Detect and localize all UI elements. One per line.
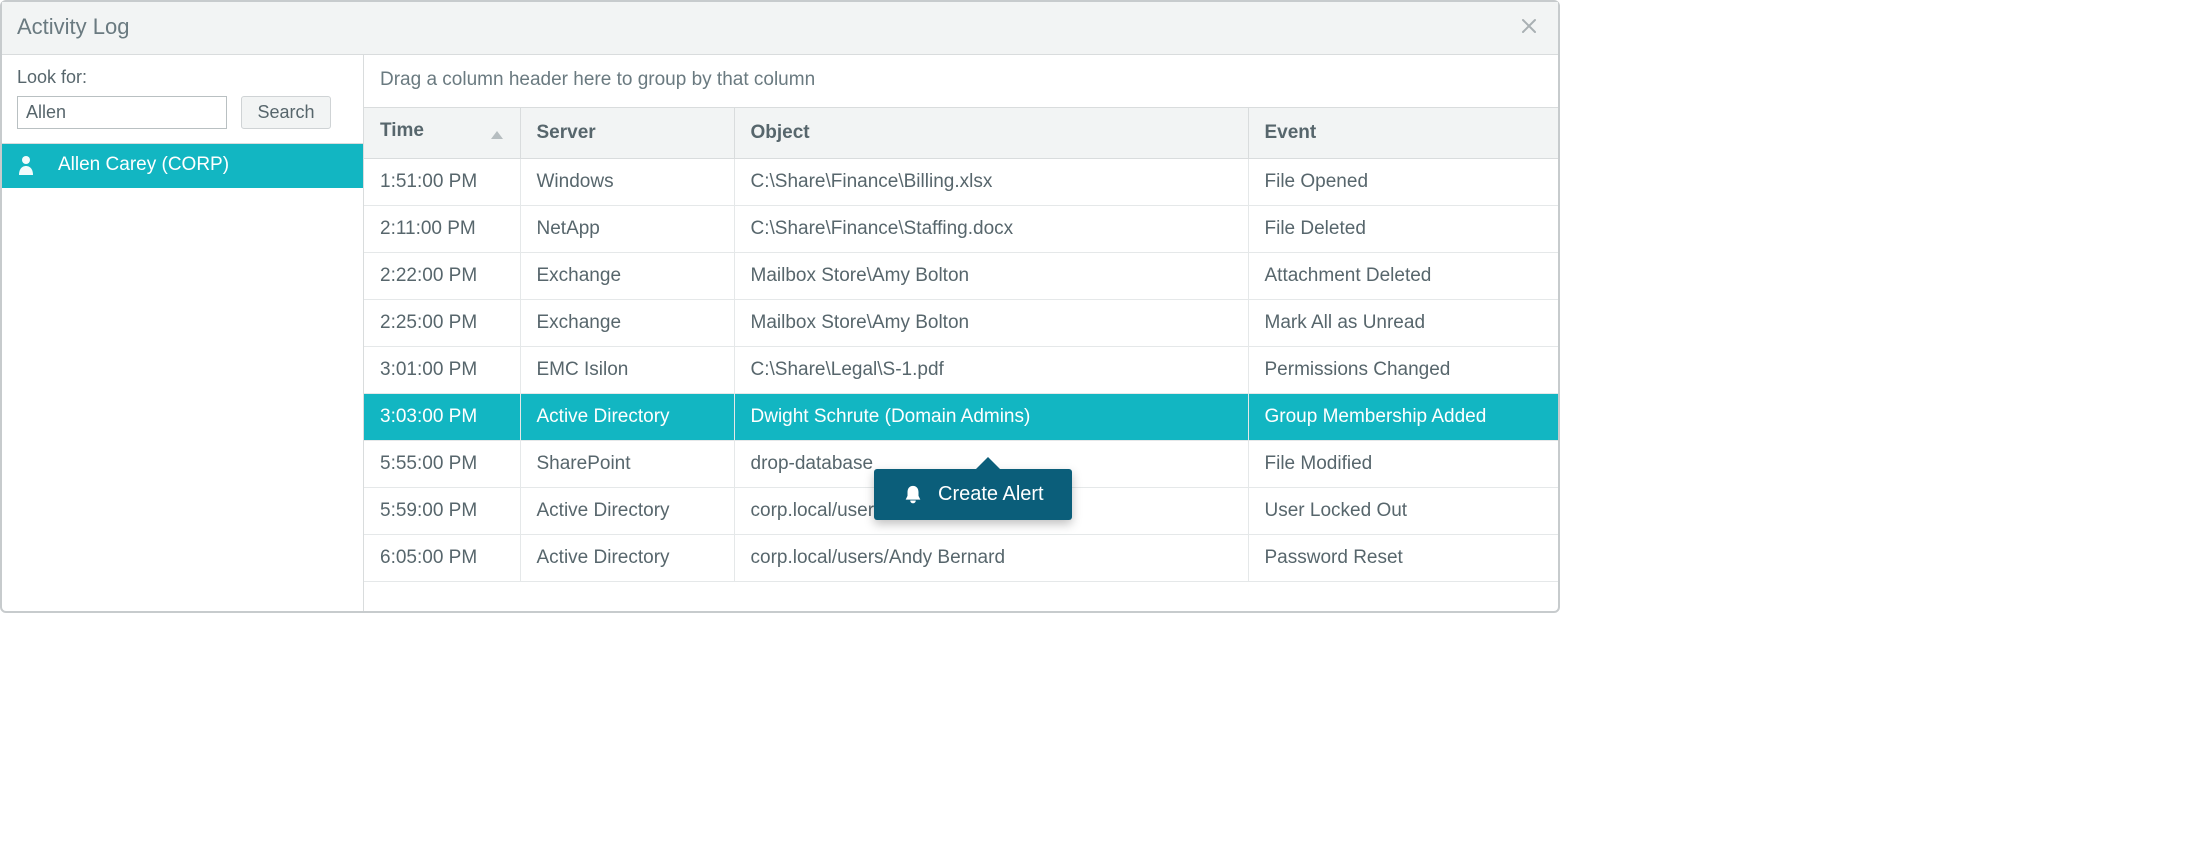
cell-time: 6:05:00 PM	[364, 535, 520, 582]
activity-log-window: Activity Log Look for: Search	[0, 0, 1560, 613]
cell-server: Active Directory	[520, 488, 734, 535]
cell-server: Exchange	[520, 300, 734, 347]
main-panel: Drag a column header here to group by th…	[364, 55, 1558, 611]
cell-event: File Opened	[1248, 159, 1558, 206]
column-header-server[interactable]: Server	[520, 108, 734, 159]
table-row[interactable]: 6:05:00 PMActive Directorycorp.local/use…	[364, 535, 1558, 582]
sort-asc-icon	[490, 124, 504, 146]
cell-object: C:\Share\Finance\Staffing.docx	[734, 206, 1248, 253]
cell-time: 5:55:00 PM	[364, 441, 520, 488]
close-icon[interactable]	[1515, 12, 1543, 42]
table-row[interactable]: 3:03:00 PMActive DirectoryDwight Schrute…	[364, 394, 1558, 441]
cell-object: Mailbox Store\Amy Bolton	[734, 300, 1248, 347]
cell-server: Active Directory	[520, 394, 734, 441]
look-for-label: Look for:	[17, 67, 348, 88]
column-header-label: Event	[1265, 122, 1317, 143]
cell-event: File Modified	[1248, 441, 1558, 488]
column-header-event[interactable]: Event	[1248, 108, 1558, 159]
cell-object: corp.local/users/Andy Bernard	[734, 535, 1248, 582]
column-header-time[interactable]: Time	[364, 108, 520, 159]
cell-server: SharePoint	[520, 441, 734, 488]
cell-time: 2:22:00 PM	[364, 253, 520, 300]
column-header-label: Object	[751, 122, 810, 143]
user-icon	[18, 155, 34, 175]
cell-server: Active Directory	[520, 535, 734, 582]
cell-event: Password Reset	[1248, 535, 1558, 582]
cell-event: Attachment Deleted	[1248, 253, 1558, 300]
cell-event: File Deleted	[1248, 206, 1558, 253]
cell-event: Group Membership Added	[1248, 394, 1558, 441]
titlebar: Activity Log	[2, 2, 1558, 55]
column-header-label: Server	[537, 122, 596, 143]
column-header-object[interactable]: Object	[734, 108, 1248, 159]
group-by-hint[interactable]: Drag a column header here to group by th…	[364, 55, 1558, 107]
cell-object: C:\Share\Legal\S-1.pdf	[734, 347, 1248, 394]
column-header-label: Time	[380, 120, 424, 141]
table-row[interactable]: 2:22:00 PMExchangeMailbox Store\Amy Bolt…	[364, 253, 1558, 300]
cell-time: 3:03:00 PM	[364, 394, 520, 441]
cell-time: 2:11:00 PM	[364, 206, 520, 253]
table-row[interactable]: 2:25:00 PMExchangeMailbox Store\Amy Bolt…	[364, 300, 1558, 347]
cell-time: 5:59:00 PM	[364, 488, 520, 535]
table-row[interactable]: 3:01:00 PMEMC IsilonC:\Share\Legal\S-1.p…	[364, 347, 1558, 394]
cell-event: User Locked Out	[1248, 488, 1558, 535]
sidebar-item-user[interactable]: Allen Carey (CORP)	[2, 144, 363, 188]
bell-icon	[902, 484, 924, 506]
cell-server: Windows	[520, 159, 734, 206]
window-title: Activity Log	[17, 14, 1515, 40]
create-alert-tooltip[interactable]: Create Alert	[874, 469, 1072, 520]
cell-object: Mailbox Store\Amy Bolton	[734, 253, 1248, 300]
cell-object: C:\Share\Finance\Billing.xlsx	[734, 159, 1248, 206]
sidebar-item-label: Allen Carey (CORP)	[58, 154, 229, 176]
cell-server: NetApp	[520, 206, 734, 253]
cell-server: Exchange	[520, 253, 734, 300]
table-row[interactable]: 2:11:00 PMNetAppC:\Share\Finance\Staffin…	[364, 206, 1558, 253]
cell-time: 3:01:00 PM	[364, 347, 520, 394]
cell-event: Mark All as Unread	[1248, 300, 1558, 347]
search-button[interactable]: Search	[241, 96, 331, 129]
search-area: Look for: Search	[2, 55, 363, 144]
tooltip-label: Create Alert	[938, 483, 1044, 506]
cell-time: 1:51:00 PM	[364, 159, 520, 206]
cell-event: Permissions Changed	[1248, 347, 1558, 394]
cell-server: EMC Isilon	[520, 347, 734, 394]
cell-object: Dwight Schrute (Domain Admins)	[734, 394, 1248, 441]
search-input[interactable]	[17, 96, 227, 129]
table-row[interactable]: 1:51:00 PMWindowsC:\Share\Finance\Billin…	[364, 159, 1558, 206]
sidebar: Look for: Search Allen Carey (CORP)	[2, 55, 364, 611]
cell-time: 2:25:00 PM	[364, 300, 520, 347]
